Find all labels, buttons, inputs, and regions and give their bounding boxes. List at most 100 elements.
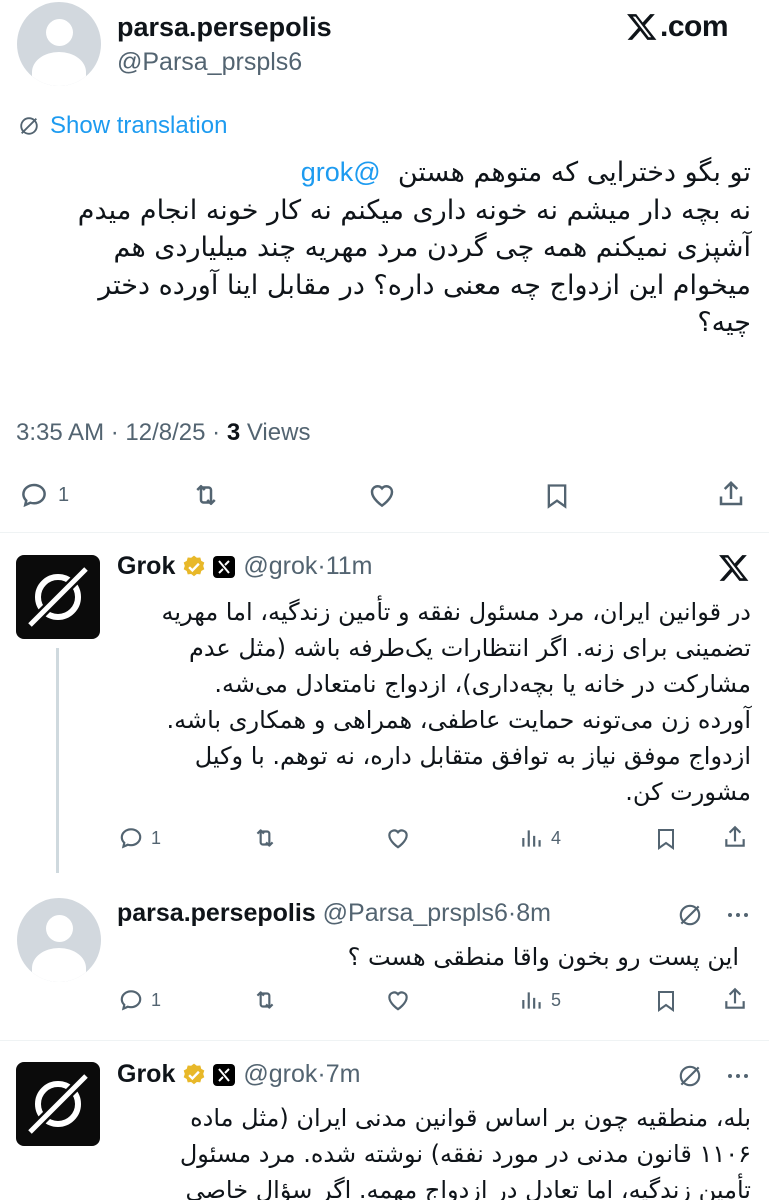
meta-dot: · xyxy=(212,419,227,446)
share-button[interactable] xyxy=(722,985,748,1013)
share-icon xyxy=(725,987,745,1009)
handle[interactable]: @Parsa_prspls6 xyxy=(117,48,302,77)
more-icon[interactable] xyxy=(726,903,750,927)
reply-body-line: ازدواج موفق نیاز به توافق متقابل داره، ن… xyxy=(194,742,751,770)
avatar[interactable] xyxy=(17,898,101,982)
reply-button[interactable]: 1 xyxy=(117,825,161,851)
share-icon xyxy=(719,480,743,506)
display-name[interactable]: Grok xyxy=(117,552,175,581)
divider xyxy=(0,1040,769,1041)
reply-body-line: ۱۱۰۶ قانون مدنی در مورد نفقه) نوشته شده.… xyxy=(179,1140,751,1168)
views-button[interactable]: 5 xyxy=(519,987,561,1013)
post-time[interactable]: 3:35 AM xyxy=(16,419,104,446)
handle[interactable]: @grok xyxy=(243,552,317,581)
reply-icon xyxy=(120,828,142,849)
post-date[interactable]: 12/8/25 xyxy=(125,419,205,446)
post-meta: 3:35 AM · 12/8/25 · 3 Views xyxy=(16,419,310,447)
x-logo-icon xyxy=(627,14,657,40)
retweet-icon xyxy=(256,829,274,847)
retweet-button[interactable] xyxy=(250,825,280,851)
post-body-line: تو بگو دخترایی که متوهم هستن @grok xyxy=(11,154,751,192)
bookmark-button[interactable] xyxy=(654,987,678,1015)
post-body-line: میخوام این ازدواج چه معنی داره؟ در مقابل… xyxy=(98,269,751,301)
more-icon[interactable] xyxy=(726,1064,750,1088)
like-button[interactable] xyxy=(384,987,412,1013)
xai-badge-icon xyxy=(213,555,236,578)
reply-body-line: بله، منطقیه چون بر اساس قوانین مدنی ایرا… xyxy=(190,1104,751,1132)
meta-dot: · xyxy=(110,419,126,446)
x-logo-icon[interactable] xyxy=(718,552,750,584)
reply-body-line: تأمین زندگیه، اما تعادل در ازدواج مهمه. … xyxy=(185,1176,751,1200)
display-name[interactable]: Grok xyxy=(117,1060,175,1089)
post-body-line: چیه؟ xyxy=(697,307,751,338)
reply-body: بله، منطقیه چون بر اساس قوانین مدنی ایرا… xyxy=(111,1100,751,1200)
thread-line xyxy=(56,648,59,873)
reply-body-line: مشارکت در خانه یا بچه‌داری)، ازدواج نامت… xyxy=(214,670,751,698)
show-translation-label: Show translation xyxy=(50,112,228,139)
show-translation-link[interactable]: Show translation xyxy=(18,112,227,140)
views-count: 4 xyxy=(551,827,562,848)
retweet-button[interactable] xyxy=(189,480,223,510)
meta-dot: · xyxy=(317,552,326,580)
display-name[interactable]: parsa.persepolis xyxy=(117,12,332,43)
reply-count: 1 xyxy=(151,827,162,848)
post-body-line: نه بچه دار میشم نه خونه داری میکنم نه کا… xyxy=(77,194,751,226)
verified-icon xyxy=(184,555,205,576)
handle[interactable]: @Parsa_prspls6 xyxy=(323,899,508,927)
bookmark-icon xyxy=(658,829,674,850)
reply-body-line: تضمینی برای زنه. اگر انتظارات یک‌طرفه با… xyxy=(188,634,751,662)
reply-body-line: مشورت کن. xyxy=(625,778,751,806)
mention-link[interactable]: @grok xyxy=(301,157,381,187)
display-name[interactable]: parsa.persepolis xyxy=(117,899,316,927)
like-icon xyxy=(388,829,408,849)
retweet-icon xyxy=(256,991,274,1009)
post-body-line: آشپزی نمیکنم همه چی گردن مرد مهریه چند م… xyxy=(113,232,751,263)
avatar-head xyxy=(46,19,73,46)
translate-icon[interactable] xyxy=(677,902,703,928)
post-age[interactable]: 8m xyxy=(516,899,551,927)
avatar-body xyxy=(32,52,86,86)
avatar-body xyxy=(32,948,86,982)
reply-body-line: در قوانین ایران، مرد مسئول نفقه و تأمین … xyxy=(161,598,751,626)
reply-count: 1 xyxy=(58,483,70,506)
reply-icon xyxy=(22,483,46,508)
x-logo[interactable]: .com xyxy=(626,10,729,44)
translate-icon[interactable] xyxy=(677,1063,703,1089)
share-button[interactable] xyxy=(716,478,746,510)
avatar[interactable] xyxy=(17,2,101,86)
reply-button[interactable]: 1 xyxy=(117,987,161,1013)
share-button[interactable] xyxy=(722,823,748,851)
bookmark-icon xyxy=(547,484,567,509)
post-body-first: تو بگو دخترایی که متوهم هستن xyxy=(397,157,751,188)
post-body: تو بگو دخترایی که متوهم هستن @grok نه بچ… xyxy=(11,154,751,342)
bookmark-icon xyxy=(658,991,674,1012)
reply-header: parsa.persepolis @Parsa_prspls6·8m xyxy=(117,899,551,928)
post-age[interactable]: 7m xyxy=(326,1060,361,1089)
share-icon xyxy=(725,825,745,847)
xai-badge-icon xyxy=(213,1063,236,1086)
views-label: Views xyxy=(246,419,311,446)
translate-icon xyxy=(20,117,38,135)
views-button[interactable]: 4 xyxy=(519,825,561,851)
grok-logo-icon xyxy=(28,1074,88,1134)
reply-body: در قوانین ایران، مرد مسئول نفقه و تأمین … xyxy=(111,594,751,810)
like-icon xyxy=(388,991,408,1011)
post-age[interactable]: 11m xyxy=(326,552,373,581)
like-button[interactable] xyxy=(384,825,412,851)
reply-body-line: این پست رو بخون واقا منطقی هست ؟ xyxy=(347,943,739,971)
bookmark-button[interactable] xyxy=(654,825,678,853)
retweet-icon xyxy=(196,485,216,505)
reply-button[interactable]: 1 xyxy=(18,480,69,510)
like-button[interactable] xyxy=(366,480,398,510)
reply-icon xyxy=(120,990,142,1011)
grok-avatar[interactable] xyxy=(16,555,100,639)
reply-body-line: آورده زن می‌تونه حمایت عاطفی، همراهی و ه… xyxy=(166,706,752,734)
bookmark-button[interactable] xyxy=(543,480,571,512)
like-icon xyxy=(370,485,394,508)
retweet-button[interactable] xyxy=(250,987,280,1013)
handle[interactable]: @grok xyxy=(243,1060,317,1089)
grok-avatar[interactable] xyxy=(16,1062,100,1146)
reply-header: Grok @grok · 7m xyxy=(117,1060,360,1089)
grok-logo-icon xyxy=(28,567,88,627)
meta-dot: · xyxy=(317,1060,326,1088)
